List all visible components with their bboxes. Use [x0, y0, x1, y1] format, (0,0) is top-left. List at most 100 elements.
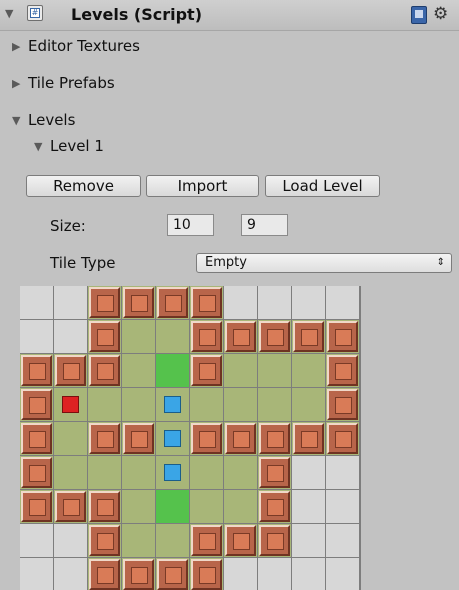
tile-wall[interactable]: [224, 320, 257, 353]
tile-player[interactable]: [54, 388, 87, 421]
editor-textures-foldout[interactable]: Editor Textures: [28, 37, 140, 55]
size-width-field[interactable]: 10: [167, 214, 214, 236]
tile-wall[interactable]: [20, 456, 53, 489]
tile-empty[interactable]: [292, 558, 325, 590]
level1-foldout-arrow-icon[interactable]: ▼: [34, 140, 42, 153]
tile-prefabs-foldout-arrow-icon[interactable]: ▶: [12, 77, 20, 90]
tile-empty[interactable]: [326, 524, 359, 557]
tile-wall[interactable]: [258, 422, 291, 455]
tile-wall[interactable]: [20, 490, 53, 523]
tile-floor[interactable]: [122, 490, 155, 523]
tile-empty[interactable]: [326, 286, 359, 319]
tile-wall[interactable]: [88, 558, 121, 590]
tile-wall[interactable]: [258, 490, 291, 523]
tile-empty[interactable]: [224, 558, 257, 590]
tile-empty[interactable]: [54, 320, 87, 353]
help-book-icon[interactable]: [411, 6, 427, 24]
tile-wall[interactable]: [20, 422, 53, 455]
tile-box[interactable]: [156, 456, 189, 489]
tile-empty[interactable]: [258, 286, 291, 319]
tile-floor[interactable]: [88, 388, 121, 421]
tile-wall[interactable]: [326, 422, 359, 455]
tile-wall[interactable]: [122, 286, 155, 319]
tile-empty[interactable]: [20, 286, 53, 319]
tile-floor[interactable]: [224, 490, 257, 523]
tile-wall[interactable]: [88, 490, 121, 523]
tile-wall[interactable]: [224, 422, 257, 455]
tile-floor[interactable]: [258, 354, 291, 387]
tile-floor[interactable]: [156, 320, 189, 353]
tile-floor[interactable]: [54, 422, 87, 455]
tile-empty[interactable]: [326, 490, 359, 523]
tile-floor[interactable]: [88, 456, 121, 489]
tile-wall[interactable]: [190, 354, 223, 387]
tile-wall[interactable]: [292, 320, 325, 353]
tile-floor[interactable]: [224, 388, 257, 421]
tile-empty[interactable]: [292, 490, 325, 523]
tile-wall[interactable]: [88, 422, 121, 455]
tile-empty[interactable]: [54, 286, 87, 319]
tile-wall[interactable]: [88, 320, 121, 353]
load-level-button[interactable]: Load Level: [265, 175, 380, 197]
levels-foldout-arrow-icon[interactable]: ▼: [12, 114, 20, 127]
tile-floor[interactable]: [190, 490, 223, 523]
tile-wall[interactable]: [190, 558, 223, 590]
tile-empty[interactable]: [292, 524, 325, 557]
tile-floor[interactable]: [292, 354, 325, 387]
tile-wall[interactable]: [88, 524, 121, 557]
remove-button[interactable]: Remove: [26, 175, 141, 197]
tile-empty[interactable]: [20, 320, 53, 353]
tile-floor[interactable]: [122, 524, 155, 557]
tile-wall[interactable]: [224, 524, 257, 557]
editor-textures-foldout-arrow-icon[interactable]: ▶: [12, 40, 20, 53]
tile-wall[interactable]: [190, 524, 223, 557]
tile-wall[interactable]: [326, 320, 359, 353]
tile-empty[interactable]: [326, 558, 359, 590]
tile-wall[interactable]: [88, 354, 121, 387]
import-button[interactable]: Import: [146, 175, 259, 197]
tile-type-dropdown[interactable]: Empty ⇕: [196, 253, 452, 273]
tile-floor[interactable]: [122, 320, 155, 353]
tile-wall[interactable]: [88, 286, 121, 319]
tile-prefabs-foldout[interactable]: Tile Prefabs: [28, 74, 115, 92]
tile-wall[interactable]: [156, 558, 189, 590]
level-tile-grid[interactable]: [20, 286, 361, 590]
tile-wall[interactable]: [122, 422, 155, 455]
tile-empty[interactable]: [20, 558, 53, 590]
component-foldout-arrow-icon[interactable]: ▼: [5, 8, 13, 19]
tile-floor[interactable]: [224, 456, 257, 489]
tile-floor[interactable]: [122, 354, 155, 387]
tile-wall[interactable]: [258, 524, 291, 557]
tile-wall[interactable]: [258, 456, 291, 489]
tile-floor[interactable]: [292, 388, 325, 421]
tile-empty[interactable]: [54, 524, 87, 557]
tile-floor[interactable]: [54, 456, 87, 489]
tile-floor[interactable]: [224, 354, 257, 387]
tile-wall[interactable]: [190, 286, 223, 319]
tile-empty[interactable]: [20, 524, 53, 557]
tile-wall[interactable]: [54, 354, 87, 387]
tile-goal[interactable]: [156, 354, 189, 387]
tile-empty[interactable]: [292, 286, 325, 319]
gear-icon[interactable]: ⚙: [433, 4, 448, 24]
tile-wall[interactable]: [326, 388, 359, 421]
tile-wall[interactable]: [122, 558, 155, 590]
tile-box[interactable]: [156, 422, 189, 455]
component-enabled-checkbox[interactable]: #: [27, 5, 43, 21]
tile-wall[interactable]: [54, 490, 87, 523]
tile-empty[interactable]: [224, 286, 257, 319]
tile-wall[interactable]: [156, 286, 189, 319]
tile-floor[interactable]: [190, 388, 223, 421]
level1-foldout[interactable]: Level 1: [50, 137, 104, 155]
tile-wall[interactable]: [190, 320, 223, 353]
tile-floor[interactable]: [122, 388, 155, 421]
tile-wall[interactable]: [326, 354, 359, 387]
tile-wall[interactable]: [20, 388, 53, 421]
tile-empty[interactable]: [292, 456, 325, 489]
tile-wall[interactable]: [20, 354, 53, 387]
tile-goal[interactable]: [156, 490, 189, 523]
levels-foldout[interactable]: Levels: [28, 111, 75, 129]
tile-box[interactable]: [156, 388, 189, 421]
tile-empty[interactable]: [54, 558, 87, 590]
tile-floor[interactable]: [156, 524, 189, 557]
